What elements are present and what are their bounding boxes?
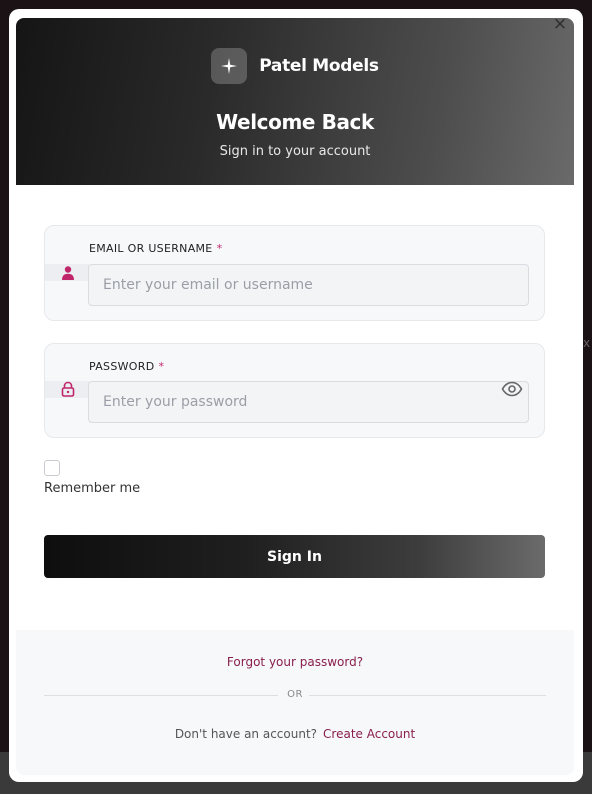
forgot-password-link[interactable]: Forgot your password?: [16, 655, 574, 669]
backdrop-close-glyph: x: [583, 336, 591, 350]
signup-row: Don't have an account? Create Account: [16, 727, 574, 741]
close-button[interactable]: ×: [551, 15, 569, 33]
create-account-link[interactable]: Create Account: [323, 727, 415, 741]
email-input[interactable]: [88, 264, 529, 306]
brand: Patel Models: [16, 48, 574, 84]
remember-me-label[interactable]: Remember me: [44, 481, 140, 496]
lock-icon: [60, 381, 76, 397]
email-label-text: EMAIL OR USERNAME: [89, 242, 213, 255]
remember-me-checkbox[interactable]: [44, 460, 60, 476]
login-modal: Patel Models Welcome Back Sign in to you…: [9, 9, 583, 782]
sign-in-button[interactable]: Sign In: [44, 535, 545, 578]
email-field-card: EMAIL OR USERNAME *: [44, 225, 545, 321]
password-label-text: PASSWORD: [89, 360, 155, 373]
required-mark: *: [216, 242, 223, 255]
modal-header: Patel Models Welcome Back Sign in to you…: [16, 18, 574, 185]
user-icon: [60, 265, 76, 281]
divider-right: [309, 695, 546, 696]
page-subtitle: Sign in to your account: [219, 144, 371, 159]
password-field-card: PASSWORD *: [44, 343, 545, 438]
modal-footer: Forgot your password? OR Don't have an a…: [16, 630, 574, 775]
page-title: Welcome Back: [216, 110, 374, 134]
password-input[interactable]: [88, 381, 529, 423]
email-label: EMAIL OR USERNAME *: [89, 242, 222, 255]
signup-prompt: Don't have an account?: [174, 727, 318, 741]
required-mark: *: [158, 360, 165, 373]
brand-name: Patel Models: [259, 56, 379, 76]
sparkle-icon: [211, 48, 248, 84]
password-label: PASSWORD *: [89, 360, 164, 373]
eye-icon[interactable]: [501, 380, 523, 398]
